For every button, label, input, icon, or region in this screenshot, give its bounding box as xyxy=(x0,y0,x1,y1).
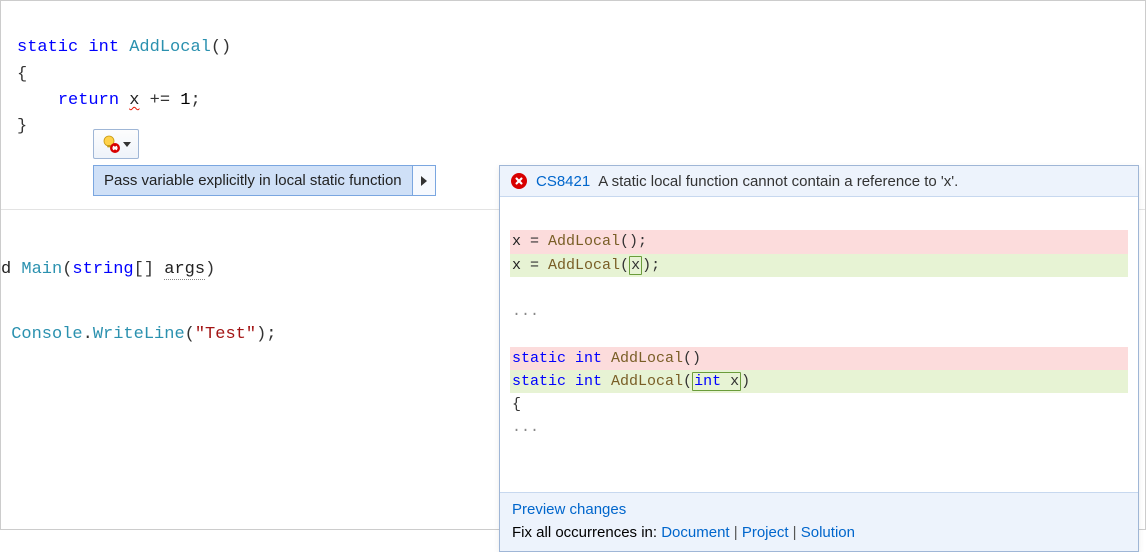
fix-all-document-link[interactable]: Document xyxy=(661,524,729,541)
diff-removed-line: x = AddLocal(); xyxy=(510,230,1128,253)
open-paren2: ( xyxy=(185,325,195,344)
separator: | xyxy=(730,524,742,541)
variable-x-error[interactable]: x xyxy=(129,91,139,110)
quick-fix-menu: Pass variable explicitly in local static… xyxy=(93,165,436,196)
type-string: string xyxy=(72,260,133,279)
code-fix-preview-panel: CS8421 A static local function cannot co… xyxy=(499,165,1139,552)
class-console: Console xyxy=(11,325,82,344)
code-editor[interactable]: static int AddLocal() { return x += 1; } xyxy=(1,1,1145,149)
lightbulb-error-icon xyxy=(102,135,120,153)
diff-ellipsis: ... xyxy=(510,300,1128,323)
array-brackets: [] xyxy=(134,260,165,279)
preview-changes-link[interactable]: Preview changes xyxy=(512,501,626,518)
quick-fix-expand-button[interactable] xyxy=(412,165,436,196)
dot: . xyxy=(83,325,93,344)
quick-fix-option[interactable]: Pass variable explicitly in local static… xyxy=(93,165,412,196)
chevron-right-icon xyxy=(421,176,427,186)
error-message: A static local function cannot contain a… xyxy=(598,173,958,190)
brace-close: } xyxy=(17,117,27,136)
keyword-int: int xyxy=(88,38,119,57)
diff-removed-line: static int AddLocal() xyxy=(510,347,1128,370)
fix-all-project-link[interactable]: Project xyxy=(742,524,789,541)
error-header: CS8421 A static local function cannot co… xyxy=(500,166,1138,197)
diff-inserted-token: int x xyxy=(692,372,741,391)
op: += xyxy=(139,91,180,110)
keyword-static: static xyxy=(17,38,78,57)
close-paren-semi: ); xyxy=(256,325,276,344)
parens: () xyxy=(211,38,231,57)
error-icon xyxy=(510,172,528,190)
method-writeline: WriteLine xyxy=(93,325,185,344)
main-prefix: d xyxy=(1,260,21,279)
number-literal: 1 xyxy=(180,91,190,110)
open-paren: ( xyxy=(62,260,72,279)
diff-inserted-token: x xyxy=(629,256,642,275)
quick-actions-button[interactable] xyxy=(93,129,139,159)
diff-ellipsis: ... xyxy=(510,416,1128,439)
fix-all-label: Fix all occurrences in: xyxy=(512,524,661,541)
method-main: Main xyxy=(21,260,62,279)
string-literal: "Test" xyxy=(195,325,256,344)
error-code-link[interactable]: CS8421 xyxy=(536,173,590,190)
diff-brace: { xyxy=(510,393,1128,416)
param-args: args xyxy=(164,260,205,280)
method-name: AddLocal xyxy=(129,38,211,57)
close-paren: ) xyxy=(205,260,215,279)
fix-all-solution-link[interactable]: Solution xyxy=(801,524,855,541)
separator: | xyxy=(789,524,801,541)
keyword-return: return xyxy=(58,91,119,110)
diff-preview: x = AddLocal();x = AddLocal(x); ... stat… xyxy=(500,197,1138,492)
diff-added-line: static int AddLocal(int x) xyxy=(510,370,1128,393)
semicolon: ; xyxy=(190,91,200,110)
brace-open: { xyxy=(17,65,27,84)
diff-added-line: x = AddLocal(x); xyxy=(510,254,1128,277)
preview-footer: Preview changes Fix all occurrences in: … xyxy=(500,492,1138,551)
dropdown-arrow-icon xyxy=(123,142,131,147)
